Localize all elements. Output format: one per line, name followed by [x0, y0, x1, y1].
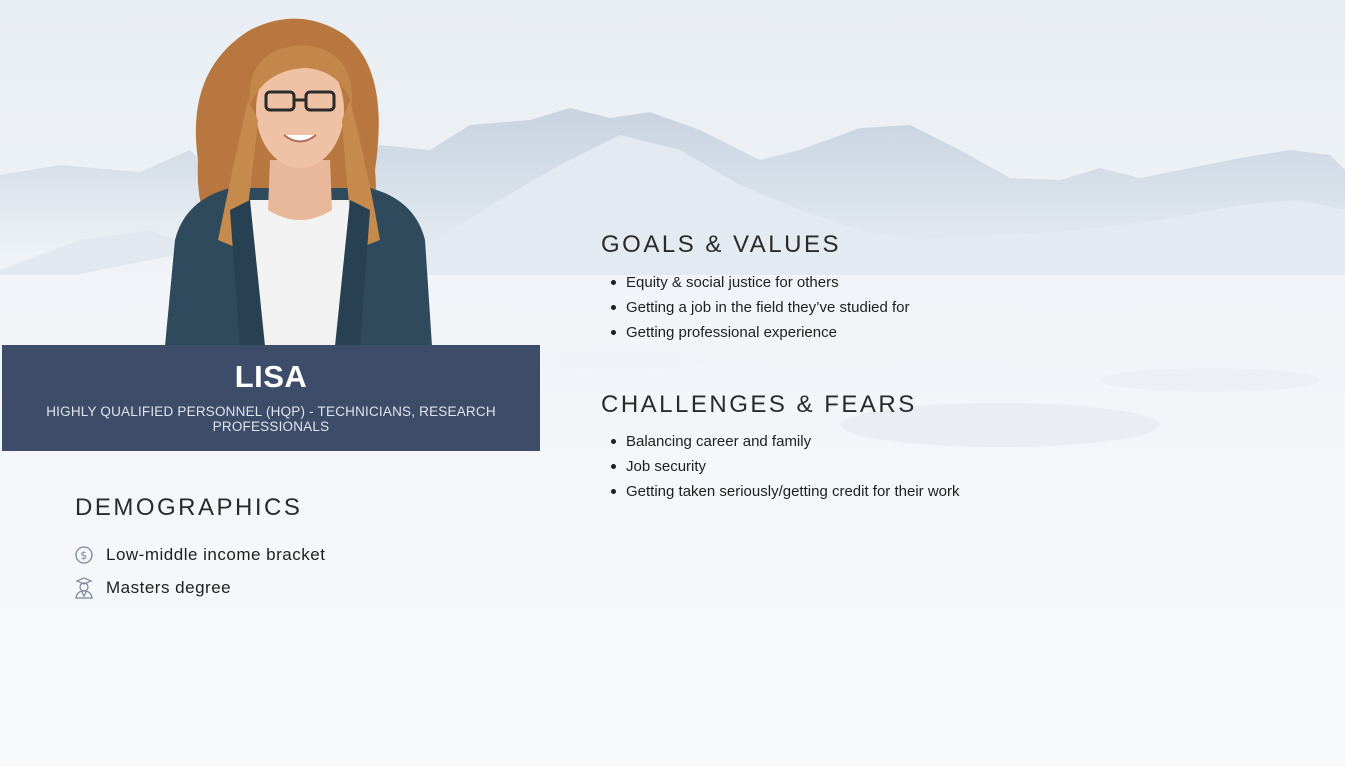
svg-text:$: $ — [80, 549, 88, 562]
demographic-label: Low-middle income bracket — [106, 544, 326, 564]
name-banner: LISA HIGHLY QUALIFIED PERSONNEL (HQP) - … — [2, 345, 540, 451]
demographic-label: Masters degree — [106, 577, 232, 597]
list-item: Getting a job in the field they’ve studi… — [608, 295, 910, 320]
list-item: Masters degree — [72, 571, 325, 604]
goals-list: Equity & social justice for others Getti… — [608, 270, 910, 345]
challenges-list: Balancing career and family Job security… — [608, 429, 960, 504]
graduate-icon — [72, 576, 96, 600]
persona-photo — [165, 18, 432, 346]
list-item: Job security — [608, 454, 960, 479]
list-item: Getting professional experience — [608, 320, 910, 345]
list-item: Balancing career and family — [608, 429, 960, 454]
list-item: Getting taken seriously/getting credit f… — [608, 479, 960, 504]
goals-title: GOALS & VALUES — [601, 231, 841, 258]
list-item: $ Low-middle income bracket — [72, 538, 325, 571]
persona-role: HIGHLY QUALIFIED PERSONNEL (HQP) - TECHN… — [46, 404, 496, 434]
list-item: Equity & social justice for others — [608, 270, 910, 295]
dollar-coin-icon: $ — [72, 543, 96, 567]
challenges-title: CHALLENGES & FEARS — [601, 391, 917, 418]
persona-slide: LISA HIGHLY QUALIFIED PERSONNEL (HQP) - … — [0, 0, 1345, 767]
demographics-title: DEMOGRAPHICS — [75, 494, 303, 521]
persona-name: LISA — [234, 359, 308, 394]
demographics-list: $ Low-middle income bracket Masters degr… — [72, 538, 325, 604]
